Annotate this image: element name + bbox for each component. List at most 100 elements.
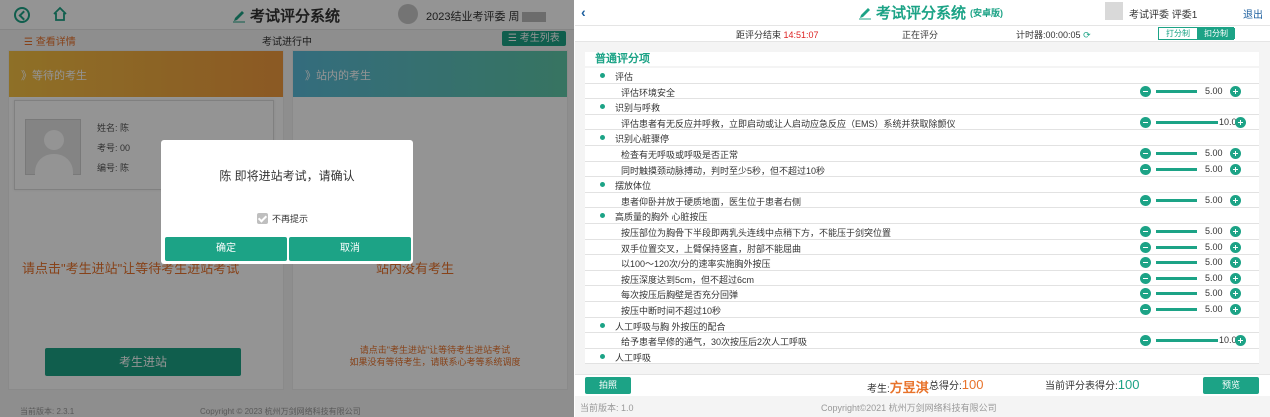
- plus-icon[interactable]: [1230, 241, 1241, 253]
- right-footer: 拍照 考生:方昱淇 总得分:100 当前评分表得分:100 预览: [575, 374, 1270, 396]
- plus-icon[interactable]: [1230, 194, 1241, 206]
- plus-icon[interactable]: [1230, 85, 1241, 97]
- item-label: 评估患者有无反应并呼救，立即启动或让人启动应急反应（EMS）系统并获取除颤仪: [621, 118, 956, 129]
- item-label: 患者仰卧并放于硬质地面，医生位于患者右侧: [621, 196, 802, 207]
- bullet-icon: [600, 135, 605, 141]
- plus-icon[interactable]: [1235, 116, 1246, 128]
- item-label: 每次按压后胸壁是否充分回弹: [621, 290, 739, 301]
- minus-icon[interactable]: [1140, 163, 1151, 175]
- plus-icon[interactable]: [1230, 147, 1241, 159]
- score-slider[interactable]: [1156, 307, 1197, 311]
- plus-icon[interactable]: [1230, 257, 1241, 269]
- score-item-row: 按压部位为胸骨下半段即两乳头连线中点稍下方，不能压于剑突位置 5.00: [585, 223, 1259, 240]
- cancel-button[interactable]: 取消: [289, 237, 411, 261]
- countdown-label: 距评分结束: [736, 30, 782, 40]
- confirm-button[interactable]: 确定: [165, 237, 287, 261]
- category-row: 人工呼吸: [585, 348, 1259, 365]
- score-value: 5.00: [1205, 225, 1223, 236]
- category-label: 高质量的胸外 心脏按压: [615, 212, 708, 223]
- bullet-icon: [600, 182, 605, 188]
- minus-icon[interactable]: [1140, 303, 1151, 315]
- minus-icon[interactable]: [1140, 116, 1151, 128]
- score-value: 5.00: [1205, 194, 1223, 205]
- score-slider[interactable]: [1156, 151, 1197, 155]
- score-slider[interactable]: [1156, 120, 1218, 124]
- plus-icon[interactable]: [1230, 288, 1241, 300]
- screenshot-root: 考试评分系统 2023结业考评委 周 ☰ 查看详情 考试进行中 ☰ 考生列表 》…: [0, 0, 1270, 417]
- item-label: 给予患者早修的通气，30次按压后2次人工呼吸: [621, 337, 808, 348]
- total-label: 总得分:: [929, 381, 962, 392]
- minus-icon[interactable]: [1140, 257, 1151, 269]
- countdown: 距评分结束 14:51:07: [736, 28, 819, 41]
- score-item-row: 按压中断时间不超过10秒 5.00: [585, 301, 1259, 318]
- score-value: 5.00: [1205, 85, 1223, 96]
- preview-button[interactable]: 预览: [1203, 377, 1259, 394]
- score-slider[interactable]: [1156, 339, 1218, 343]
- plus-icon[interactable]: [1230, 225, 1241, 237]
- score-slider[interactable]: [1156, 276, 1197, 280]
- timer: 计时器:00:00:05 ⟳: [1016, 28, 1091, 41]
- right-app-panel: ‹ 考试评分系统 (安卓版) 考试评委 评委1 退出 距评分结束 14:51:0…: [575, 0, 1270, 417]
- score-slider[interactable]: [1156, 229, 1197, 233]
- score-item-row: 以100～120次/分的速率实施胸外按压 5.00: [585, 255, 1259, 271]
- category-label: 识别心脏骤停: [615, 134, 670, 145]
- right-version: 当前版本: 1.0: [580, 403, 634, 413]
- left-app-panel: 考试评分系统 2023结业考评委 周 ☰ 查看详情 考试进行中 ☰ 考生列表 》…: [0, 0, 574, 417]
- total-score: 总得分:100: [929, 377, 983, 392]
- plus-icon[interactable]: [1230, 272, 1241, 284]
- scoring-mode-toggle[interactable]: 打分制 扣分制: [1158, 27, 1235, 40]
- item-label: 评估环境安全: [621, 87, 676, 98]
- score-slider[interactable]: [1156, 198, 1197, 202]
- category-row: 评估: [585, 68, 1259, 84]
- exit-link[interactable]: 退出: [1243, 6, 1263, 21]
- minus-icon[interactable]: [1140, 194, 1151, 206]
- item-label: 检查有无呼吸或呼吸是否正常: [621, 149, 739, 160]
- student-name: 方昱淇: [889, 380, 929, 395]
- back-icon[interactable]: ‹: [581, 4, 586, 20]
- right-app-title-wrap: 考试评分系统 (安卓版): [858, 2, 1003, 23]
- score-slider[interactable]: [1156, 167, 1197, 171]
- plus-icon[interactable]: [1230, 163, 1241, 175]
- student-label: 考生:: [867, 384, 890, 395]
- photo-button[interactable]: 拍照: [585, 377, 631, 394]
- right-app-title-suffix: (安卓版): [970, 8, 1004, 18]
- score-slider[interactable]: [1156, 261, 1197, 265]
- score-item-row: 每次按压后胸壁是否充分回弹 5.00: [585, 286, 1259, 302]
- student-info: 考生:方昱淇: [867, 377, 929, 396]
- minus-icon[interactable]: [1140, 241, 1151, 253]
- bullet-icon: [600, 73, 605, 78]
- plus-icon[interactable]: [1230, 303, 1241, 315]
- confirm-dialog: 陈 即将进站考试，请确认 不再提示 确定 取消: [161, 140, 413, 264]
- minus-icon[interactable]: [1140, 85, 1151, 97]
- plus-icon[interactable]: [1235, 335, 1246, 347]
- score-item-row: 评估环境安全 5.00: [585, 83, 1259, 100]
- dialog-message: 陈 即将进站考试，请确认: [219, 169, 355, 183]
- score-slider[interactable]: [1156, 245, 1197, 249]
- item-label: 按压部位为胸骨下半段即两乳头连线中点稍下方，不能压于剑突位置: [621, 227, 892, 238]
- tab-add-score[interactable]: 打分制: [1159, 28, 1197, 39]
- score-slider[interactable]: [1156, 89, 1197, 93]
- right-copyright: Copyright©2021 杭州万剑网络科技有限公司: [821, 403, 997, 413]
- checkbox-label: 不再提示: [272, 214, 309, 224]
- minus-icon[interactable]: [1140, 147, 1151, 159]
- score-slider[interactable]: [1156, 292, 1197, 296]
- score-value: 5.00: [1205, 288, 1223, 299]
- scoring-status: 正在评分: [902, 30, 939, 40]
- score-value: 5.00: [1205, 241, 1223, 252]
- bullet-icon: [600, 322, 605, 328]
- tab-deduct-score[interactable]: 扣分制: [1197, 28, 1235, 39]
- category-label: 人工呼吸: [615, 352, 652, 363]
- section-title: 普通评分项: [585, 52, 1259, 66]
- score-item-row: 检查有无呼吸或呼吸是否正常 5.00: [585, 145, 1259, 162]
- item-label: 按压中断时间不超过10秒: [621, 305, 722, 316]
- minus-icon[interactable]: [1140, 335, 1151, 347]
- score-item-row: 双手位置交叉，上臂保持竖直，肘部不能屈曲 5.00: [585, 239, 1259, 256]
- minus-icon[interactable]: [1140, 225, 1151, 237]
- category-row: 识别与呼救: [585, 99, 1259, 115]
- dont-show-again-checkbox[interactable]: 不再提示: [257, 212, 308, 225]
- refresh-icon[interactable]: ⟳: [1083, 30, 1091, 40]
- minus-icon[interactable]: [1140, 272, 1151, 284]
- checkbox-icon[interactable]: [257, 213, 268, 224]
- timer-value: 计时器:00:00:05: [1016, 30, 1081, 40]
- minus-icon[interactable]: [1140, 288, 1151, 300]
